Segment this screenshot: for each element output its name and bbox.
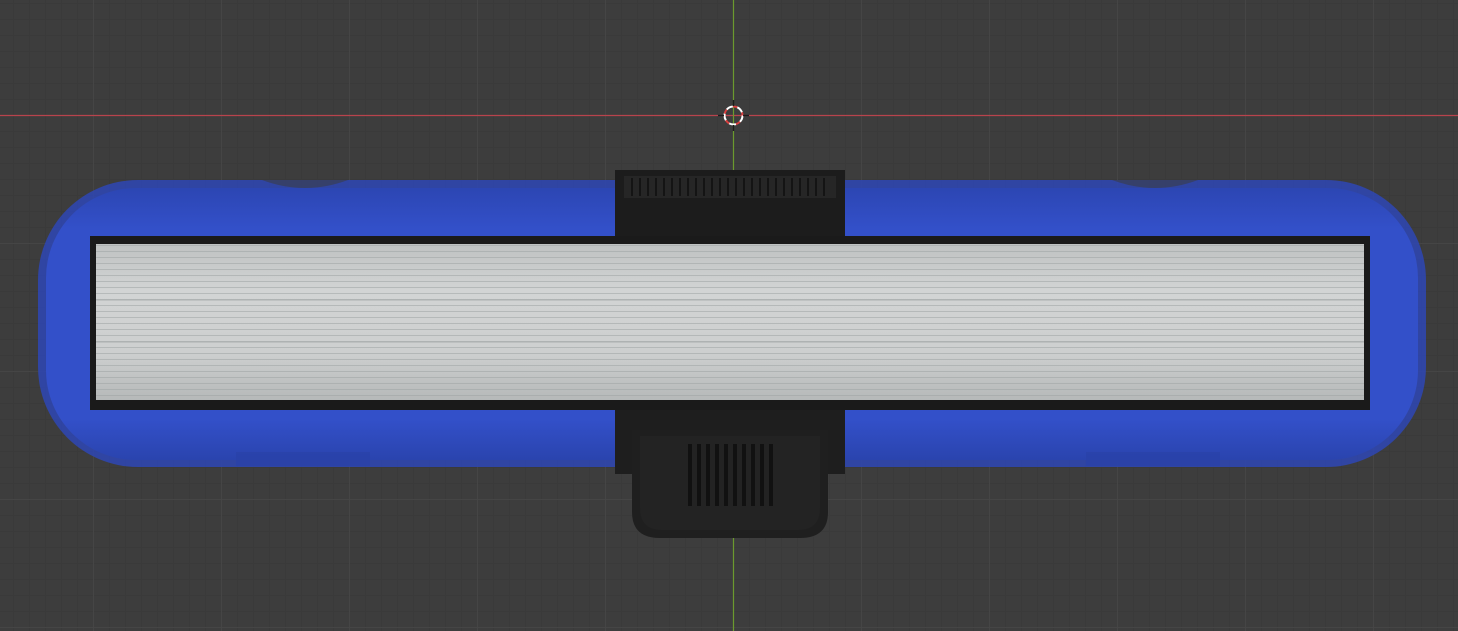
black-clip-bottom[interactable] [615, 402, 845, 538]
black-clip-top[interactable] [615, 170, 845, 242]
3d-cursor-icon[interactable] [718, 100, 749, 131]
light-panel[interactable] [90, 236, 1370, 410]
model-render[interactable] [0, 0, 1458, 631]
3d-viewport[interactable] [0, 0, 1458, 631]
